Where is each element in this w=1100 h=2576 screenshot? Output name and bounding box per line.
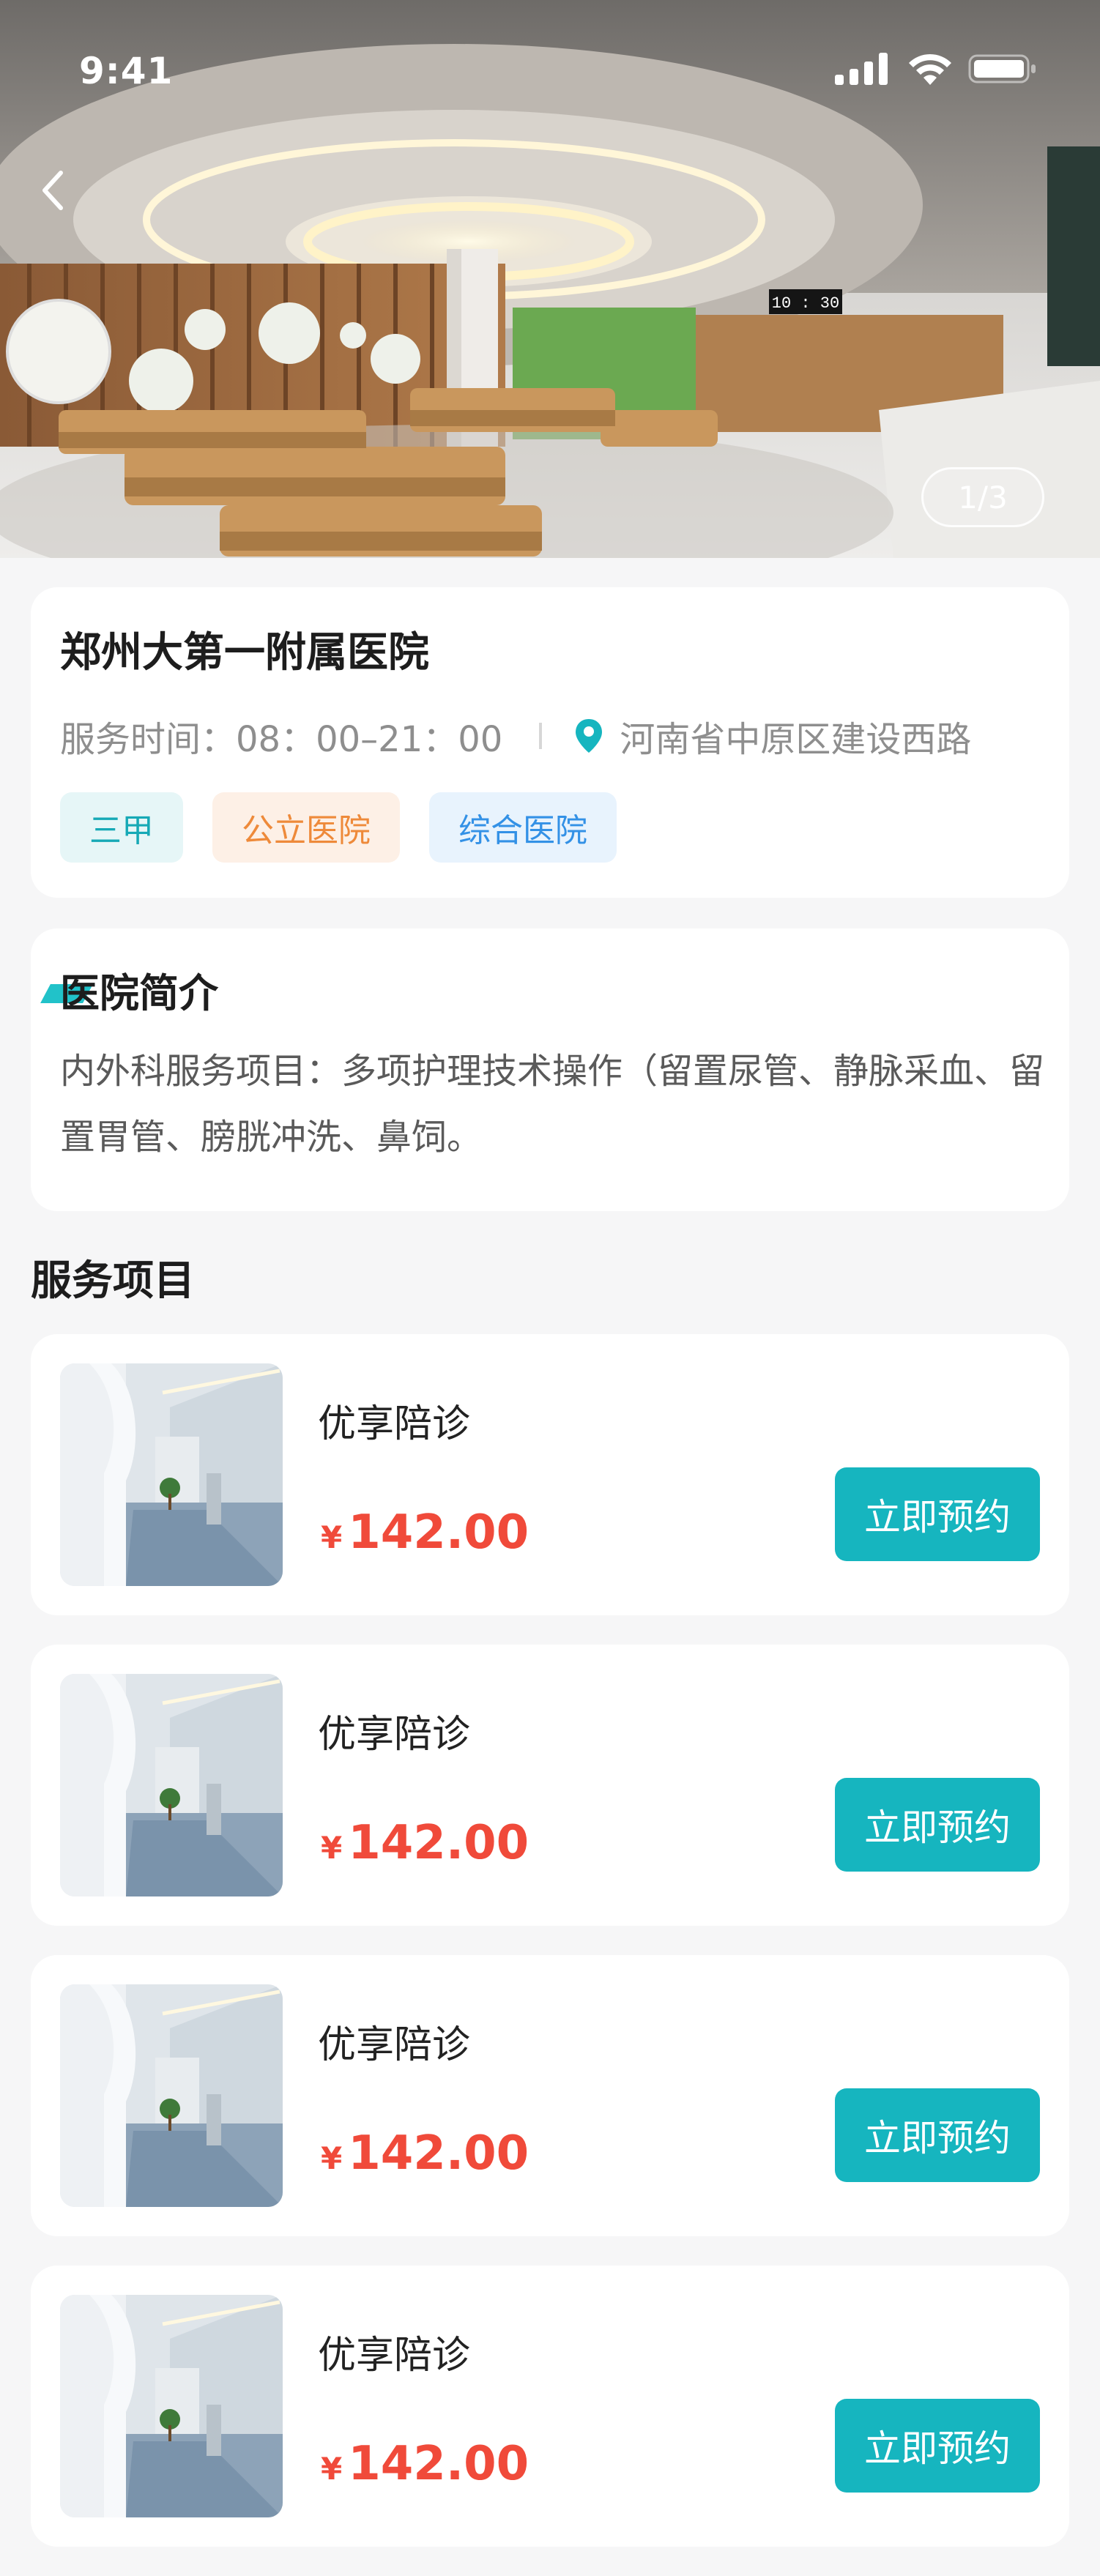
service-price: ¥ 142.00 <box>321 2437 529 2491</box>
hero-banner[interactable]: 10 : 30 9:41 1/3 <box>0 0 1100 558</box>
service-thumbnail <box>60 1363 283 1586</box>
status-bar: 9:41 <box>0 0 1100 110</box>
image-pager-indicator: 1/3 <box>921 467 1044 527</box>
wifi-icon <box>909 53 951 85</box>
price-amount: 142.00 <box>348 1505 529 1560</box>
hospital-info-card: 郑州大第一附属医院 服务时间： 08：00–21：00 河南省中原区建设西路 三… <box>31 587 1069 898</box>
service-item[interactable]: 优享陪诊 ¥ 142.00 立即预约 <box>31 1645 1069 1926</box>
service-name: 优享陪诊 <box>318 2334 471 2378</box>
hospital-name: 郑州大第一附属医院 <box>60 629 429 677</box>
price-amount: 142.00 <box>348 1816 529 1870</box>
hospital-meta-row: 服务时间： 08：00–21：00 河南省中原区建设西路 <box>60 710 1041 762</box>
back-arrow-icon <box>42 171 63 210</box>
back-button[interactable] <box>29 167 76 214</box>
book-now-button[interactable]: 立即预约 <box>835 2088 1040 2182</box>
book-now-button[interactable]: 立即预约 <box>835 2399 1040 2493</box>
service-price: ¥ 142.00 <box>321 1505 529 1560</box>
lobby-clock: 10 : 30 <box>772 294 839 313</box>
hospital-intro-card: 医院简介 内外科服务项目：多项护理技术操作（留置尿管、静脉采血、留置胃管、膀胱冲… <box>31 928 1069 1211</box>
service-thumbnail <box>60 1984 283 2207</box>
price-amount: 142.00 <box>348 2437 529 2491</box>
service-item[interactable]: 优享陪诊 ¥ 142.00 立即预约 <box>31 2266 1069 2547</box>
intro-title: 医院简介 <box>60 970 218 1016</box>
hospital-address[interactable]: 河南省中原区建设西路 <box>620 710 971 762</box>
status-icons <box>835 53 1037 85</box>
hospital-tags: 三甲 公立医院 综合医院 <box>60 792 617 863</box>
service-name: 优享陪诊 <box>318 1402 471 1446</box>
price-amount: 142.00 <box>348 2126 529 2181</box>
price-currency: ¥ <box>321 2140 343 2176</box>
service-item[interactable]: 优享陪诊 ¥ 142.00 立即预约 <box>31 1955 1069 2236</box>
price-currency: ¥ <box>321 1830 343 1866</box>
service-thumbnail <box>60 2295 283 2517</box>
meta-divider <box>539 723 543 749</box>
price-currency: ¥ <box>321 2451 343 2487</box>
signal-icon <box>835 53 888 85</box>
services-section-title: 服务项目 <box>31 1257 195 1305</box>
intro-text: 内外科服务项目：多项护理技术操作（留置尿管、静脉采血、留置胃管、膀胱冲洗、鼻饲。 <box>60 1051 1045 1158</box>
service-price: ¥ 142.00 <box>321 2126 529 2181</box>
service-hours-label: 服务时间： <box>60 719 237 760</box>
service-hours-value: 08：00–21：00 <box>236 719 503 760</box>
service-price: ¥ 142.00 <box>321 1816 529 1870</box>
service-name: 优享陪诊 <box>318 2023 471 2067</box>
service-thumbnail <box>60 1674 283 1896</box>
status-time: 9:41 <box>79 50 174 92</box>
location-pin-icon <box>574 718 603 754</box>
tag-public: 公立医院 <box>212 792 400 863</box>
tag-general: 综合医院 <box>429 792 617 863</box>
book-now-button[interactable]: 立即预约 <box>835 1467 1040 1561</box>
service-item[interactable]: 优享陪诊 ¥ 142.00 立即预约 <box>31 1334 1069 1615</box>
battery-icon <box>968 54 1036 83</box>
book-now-button[interactable]: 立即预约 <box>835 1778 1040 1872</box>
tag-grade: 三甲 <box>60 792 183 863</box>
service-name: 优享陪诊 <box>318 1713 471 1757</box>
price-currency: ¥ <box>321 1519 343 1555</box>
